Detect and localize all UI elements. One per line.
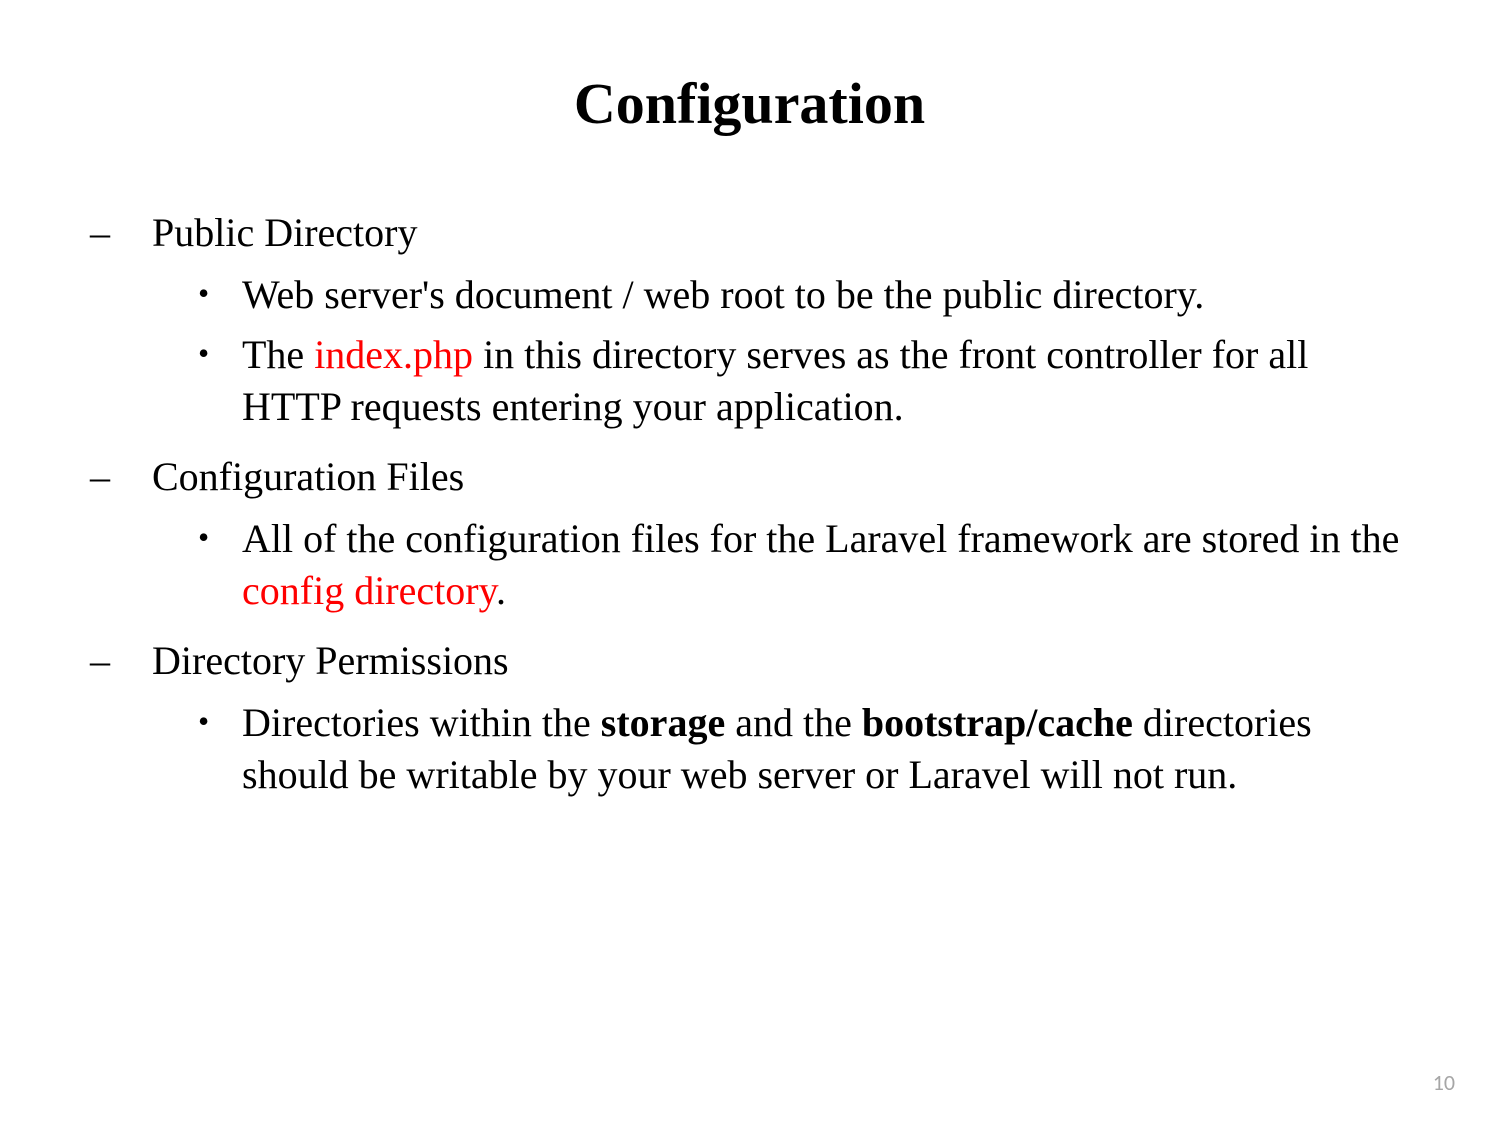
section-heading: Configuration Files	[152, 454, 464, 499]
bold-storage: storage	[601, 700, 725, 745]
sub-list: Web server's document / web root to be t…	[192, 269, 1409, 433]
list-item: Web server's document / web root to be t…	[192, 269, 1409, 321]
list-item: Directories within the storage and the b…	[192, 697, 1409, 801]
text-fragment: The	[242, 332, 314, 377]
section-heading: Directory Permissions	[152, 638, 509, 683]
sub-list: All of the configuration files for the L…	[192, 513, 1409, 617]
list-item: The index.php in this directory serves a…	[192, 329, 1409, 433]
highlight-indexphp: index.php	[314, 332, 473, 377]
text-fragment: Directories within the	[242, 700, 601, 745]
section-heading: Public Directory	[152, 210, 418, 255]
text-fragment: .	[496, 568, 506, 613]
page-number: 10	[1433, 1069, 1455, 1096]
text-fragment: All of the configuration files for the L…	[242, 516, 1399, 561]
top-list: Public Directory Web server's document /…	[90, 207, 1409, 801]
section-directory-permissions: Directory Permissions Directories within…	[90, 635, 1409, 801]
highlight-config-directory: config directory	[242, 568, 496, 613]
section-public-directory: Public Directory Web server's document /…	[90, 207, 1409, 433]
bold-bootstrap-cache: bootstrap/cache	[862, 700, 1133, 745]
section-configuration-files: Configuration Files All of the configura…	[90, 451, 1409, 617]
slide-content: Public Directory Web server's document /…	[90, 207, 1409, 801]
list-item: All of the configuration files for the L…	[192, 513, 1409, 617]
sub-list: Directories within the storage and the b…	[192, 697, 1409, 801]
text-fragment: and the	[725, 700, 862, 745]
slide: Configuration Public Directory Web serve…	[0, 0, 1499, 1124]
slide-title: Configuration	[90, 70, 1409, 137]
